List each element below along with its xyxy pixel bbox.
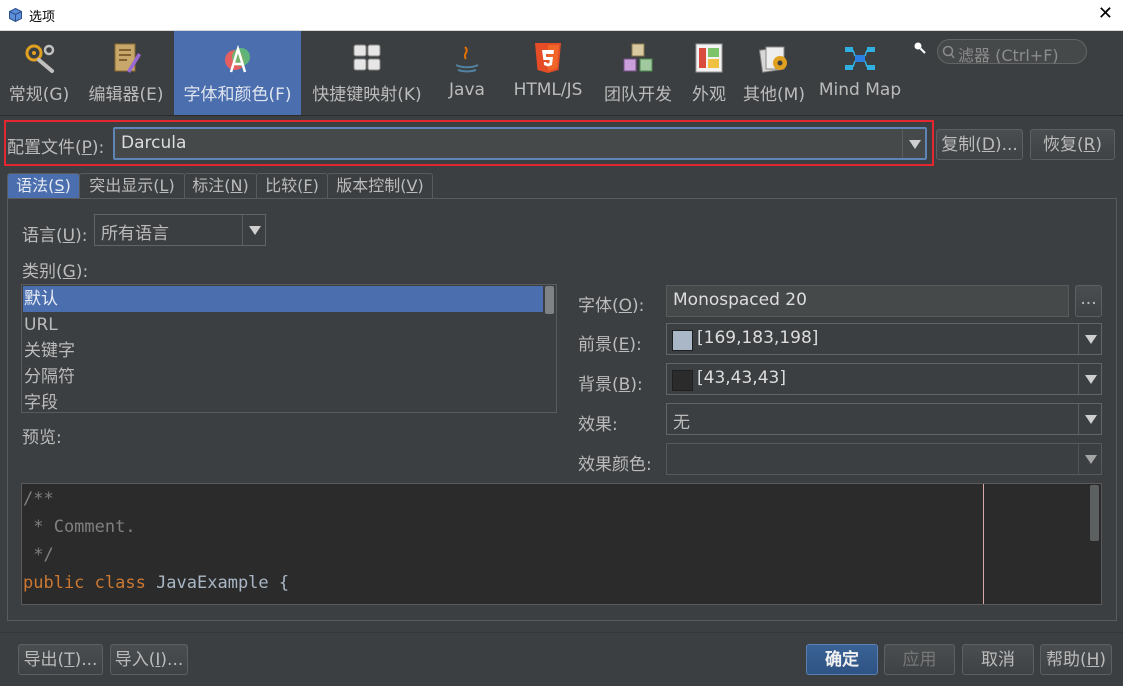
toolbar-team-button[interactable]: 团队开发: [595, 31, 681, 115]
list-item[interactable]: URL: [23, 312, 543, 338]
list-item[interactable]: 默认: [23, 286, 543, 312]
toolbar-label: 团队开发: [604, 85, 672, 105]
code-line: /**: [23, 489, 54, 509]
category-label: 类别(G):: [22, 262, 89, 282]
toolbar-label: 字体和颜色(F): [183, 85, 292, 105]
toolbar-keymap-button[interactable]: 快捷键映射(K): [301, 31, 433, 115]
mindmap-icon: [845, 47, 875, 70]
language-select[interactable]: 所有语言: [94, 214, 266, 246]
effects-label: 效果:: [578, 415, 618, 435]
ok-button[interactable]: 确定: [806, 644, 878, 675]
toolbar-mindmap-button[interactable]: Mind Map: [811, 31, 909, 115]
list-item[interactable]: 字段: [23, 390, 543, 412]
language-label: 语言(U):: [22, 226, 88, 246]
list-item[interactable]: 分隔符: [23, 364, 543, 390]
help-button[interactable]: 帮助(H): [1040, 644, 1112, 675]
code-line: public class JavaExample {: [23, 573, 290, 593]
profile-label: 配置文件(P):: [7, 138, 105, 158]
effect-color-select[interactable]: [666, 443, 1102, 475]
language-select-value: 所有语言: [101, 224, 169, 244]
effects-value: 无: [673, 413, 690, 433]
toolbar-label: HTML/JS: [513, 80, 583, 100]
font-label: 字体(O):: [578, 296, 645, 316]
toolbar-divider: [0, 115, 1123, 116]
chevron-down-icon[interactable]: [1078, 404, 1101, 434]
chevron-down-icon[interactable]: [1078, 324, 1101, 354]
toolbar-editor-button[interactable]: 编辑器(E): [78, 31, 174, 115]
chevron-down-icon[interactable]: [902, 129, 925, 158]
title-bar: 选项 ✕: [0, 0, 1123, 31]
keyboard-icon: [353, 44, 381, 71]
restore-profile-button[interactable]: 恢复(R): [1030, 129, 1115, 160]
background-color-select[interactable]: [43,43,43]: [666, 363, 1102, 395]
background-value: [43,43,43]: [697, 368, 786, 388]
export-button[interactable]: 导出(T)...: [18, 644, 103, 675]
import-button[interactable]: 导入(I)...: [110, 644, 188, 675]
toolbar-label: 编辑器(E): [88, 85, 164, 105]
apply-button[interactable]: 应用: [884, 644, 955, 675]
cancel-button[interactable]: 取消: [962, 644, 1034, 675]
font-field-value: Monospaced 20: [673, 290, 807, 310]
toolbar-label: Mind Map: [818, 80, 902, 100]
right-margin-line: [983, 484, 984, 604]
copy-profile-button[interactable]: 复制(D)...: [936, 129, 1023, 160]
code-preview: /** * Comment. */ public class JavaExamp…: [21, 483, 1102, 605]
tab-diff[interactable]: 比较(F): [256, 173, 328, 199]
foreground-value: [169,183,198]: [697, 328, 819, 348]
preview-scrollbar-thumb[interactable]: [1090, 485, 1099, 541]
team-icon: [623, 43, 653, 72]
search-placeholder: 滤器 (Ctrl+F): [958, 46, 1059, 65]
font-field[interactable]: Monospaced 20: [666, 285, 1069, 317]
font-color-icon: [224, 44, 250, 73]
font-browse-button[interactable]: ...: [1075, 285, 1102, 317]
effect-color-label: 效果颜色:: [578, 455, 652, 475]
app-cube-icon: [9, 8, 22, 22]
window-title: 选项: [29, 10, 56, 25]
misc-icon: [758, 46, 787, 73]
code-line: */: [23, 545, 54, 565]
close-icon[interactable]: ✕: [1098, 3, 1113, 24]
wrench-gear-icon: [25, 44, 55, 73]
chevron-down-icon[interactable]: [1078, 444, 1101, 474]
toolbar-htmljs-button[interactable]: HTML/JS: [501, 31, 595, 115]
color-swatch: [672, 330, 693, 351]
toolbar-misc-button[interactable]: 其他(M): [737, 31, 811, 115]
toolbar-appearance-button[interactable]: 外观: [681, 31, 737, 115]
toolbar-java-button[interactable]: Java: [433, 31, 501, 115]
toolbar-general-button[interactable]: 常规(G): [0, 31, 78, 115]
toolbar-fonts-colors-button[interactable]: 字体和颜色(F): [174, 31, 301, 115]
foreground-color-select[interactable]: [169,183,198]: [666, 323, 1102, 355]
chevron-down-icon[interactable]: [1078, 364, 1101, 394]
preview-label: 预览:: [22, 428, 62, 448]
toolbar-label: 常规(G): [8, 85, 70, 105]
color-swatch: [672, 370, 693, 391]
search-field-icon: [942, 45, 955, 59]
list-item[interactable]: 关键字: [23, 338, 543, 364]
profile-select-value: Darcula: [121, 133, 187, 153]
code-line: * Comment.: [23, 517, 136, 537]
chevron-down-icon[interactable]: [242, 215, 265, 245]
profile-select[interactable]: Darcula: [113, 127, 927, 160]
filter-search-input[interactable]: 滤器 (Ctrl+F): [937, 39, 1087, 65]
list-scrollbar-thumb[interactable]: [545, 286, 554, 314]
effects-select[interactable]: 无: [666, 403, 1102, 435]
tab-versioning[interactable]: 版本控制(V): [327, 173, 433, 199]
html5-icon: [535, 43, 561, 73]
toolbar-label: 外观: [692, 85, 726, 105]
toolbar-label: 其他(M): [743, 85, 805, 105]
java-icon: [455, 46, 479, 73]
search-icon: [914, 42, 926, 54]
tab-syntax[interactable]: 语法(S): [7, 173, 80, 199]
toolbar-label: Java: [449, 80, 485, 100]
tab-highlighting[interactable]: 突出显示(L): [79, 173, 185, 199]
footer-divider: [0, 632, 1123, 633]
foreground-label: 前景(E):: [578, 335, 642, 355]
appearance-icon: [695, 43, 723, 73]
category-list[interactable]: 默认 URL 关键字 分隔符 字段: [21, 284, 557, 413]
background-label: 背景(B):: [578, 375, 643, 395]
toolbar-label: 快捷键映射(K): [312, 85, 422, 105]
editor-icon: [114, 43, 141, 73]
tab-annotations[interactable]: 标注(N): [184, 173, 257, 199]
